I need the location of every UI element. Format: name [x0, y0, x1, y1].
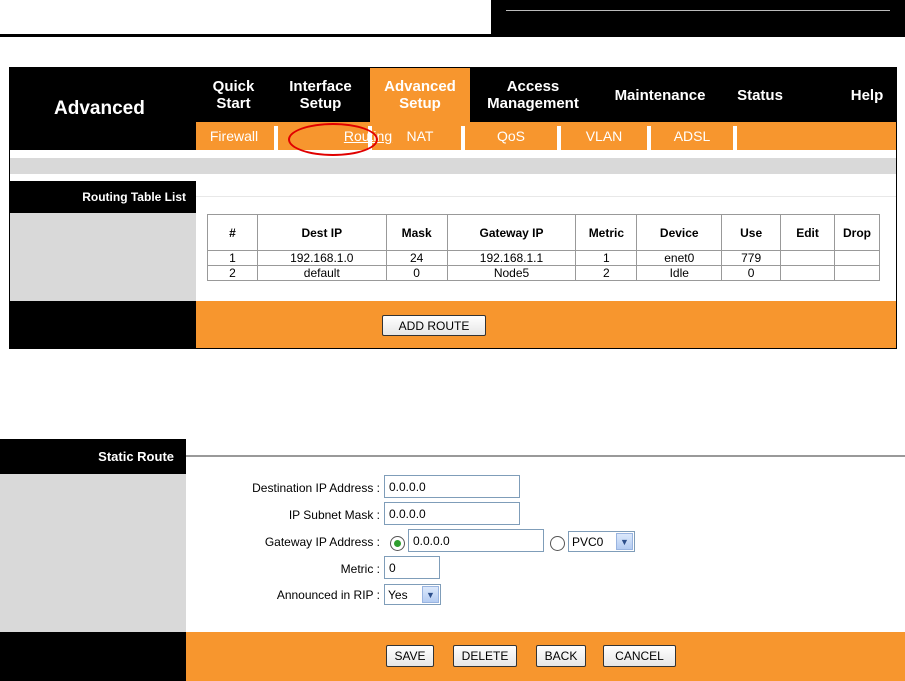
subnet-mask-label: IP Subnet Mask : [288, 508, 380, 522]
top-dark-bar [491, 0, 905, 37]
main-nav: Quick Start Interface Setup Advanced Setup … [196, 68, 896, 122]
table-cell: Node5 [446, 265, 577, 281]
metric-input[interactable]: 0 [384, 556, 440, 579]
top-rule [0, 34, 905, 37]
chevron-down-icon: ▼ [422, 586, 439, 603]
nav-advanced-setup[interactable]: Advanced Setup [370, 68, 470, 122]
dest-ip-input[interactable]: 0.0.0.0 [384, 475, 520, 498]
col-device: Device [636, 214, 723, 251]
gateway-ip-input[interactable]: 0.0.0.0 [408, 529, 544, 552]
col-dest-ip: Dest IP [256, 214, 387, 251]
cancel-button[interactable]: CANCEL [603, 645, 676, 667]
routing-table: # Dest IP Mask Gateway IP Metric Device … [207, 214, 881, 281]
rip-value: Yes [388, 587, 408, 602]
save-button[interactable]: SAVE [386, 645, 434, 667]
section-divider [186, 455, 905, 457]
table-cell: 2 [207, 265, 258, 281]
subnav-separator [733, 126, 737, 150]
left-grey-column [0, 474, 186, 632]
page: Advanced Quick Start Interface Setup Advan… [0, 0, 905, 681]
drop-cell[interactable] [833, 250, 881, 266]
gateway-pvc-radio[interactable] [550, 536, 565, 551]
dest-ip-label: Destination IP Address : [252, 481, 380, 495]
subnav-vlan[interactable]: VLAN [561, 122, 647, 150]
col-mask: Mask [385, 214, 448, 251]
left-footer-block [0, 632, 186, 681]
top-dark-line [506, 10, 890, 11]
routing-footer-bar [196, 301, 896, 348]
routing-table-panel: Advanced Quick Start Interface Setup Advan… [9, 67, 897, 349]
col-metric: Metric [575, 214, 638, 251]
nav-status[interactable]: Status [724, 68, 796, 122]
drop-cell[interactable] [833, 265, 881, 281]
brand-title: Advanced [10, 68, 196, 150]
col-edit: Edit [780, 214, 835, 251]
delete-button[interactable]: DELETE [453, 645, 517, 667]
chevron-down-icon: ▼ [616, 533, 633, 550]
table-row: 1 192.168.1.0 24 192.168.1.1 1 enet0 779 [207, 250, 881, 266]
routing-table-title: Routing Table List [10, 181, 196, 213]
col-drop: Drop [833, 214, 881, 251]
nav-interface-setup[interactable]: Interface Setup [271, 68, 370, 122]
subnet-mask-input[interactable]: 0.0.0.0 [384, 502, 520, 525]
gateway-pvc-select[interactable]: PVC0 ▼ [568, 531, 635, 552]
table-cell: 192.168.1.1 [446, 250, 577, 266]
nav-help[interactable]: Help [836, 68, 896, 122]
edit-cell[interactable] [780, 250, 835, 266]
table-cell: 192.168.1.0 [256, 250, 387, 266]
back-button[interactable]: BACK [536, 645, 586, 667]
rip-select[interactable]: Yes ▼ [384, 584, 441, 605]
table-cell: enet0 [636, 250, 723, 266]
rip-label: Announced in RIP : [276, 588, 380, 602]
edit-cell[interactable] [780, 265, 835, 281]
table-cell: 1 [207, 250, 258, 266]
static-route-title: Static Route [0, 439, 186, 474]
gateway-ip-radio[interactable] [390, 536, 405, 551]
table-cell: default [256, 265, 387, 281]
table-cell: Idle [636, 265, 723, 281]
add-route-button[interactable]: ADD ROUTE [382, 315, 486, 336]
nav-quick-start[interactable]: Quick Start [196, 68, 271, 122]
table-cell: 0 [385, 265, 448, 281]
subnav-qos[interactable]: QoS [465, 122, 557, 150]
table-cell: 1 [575, 250, 638, 266]
col-gateway-ip: Gateway IP [446, 214, 577, 251]
grey-band [10, 158, 896, 174]
col-use: Use [721, 214, 782, 251]
table-cell: 0 [721, 265, 782, 281]
gateway-pvc-value: PVC0 [572, 534, 604, 549]
metric-label: Metric : [340, 562, 380, 576]
left-footer-block [10, 301, 196, 348]
section-divider [196, 196, 896, 197]
subnav-adsl[interactable]: ADSL [651, 122, 733, 150]
subnav-nat[interactable]: NAT [380, 122, 460, 150]
subnav-firewall[interactable]: Firewall [196, 122, 272, 150]
nav-access-management[interactable]: Access Management [470, 68, 596, 122]
left-grey-column [10, 213, 196, 301]
routing-highlight-circle [288, 123, 378, 156]
table-cell: 2 [575, 265, 638, 281]
table-header-row: # Dest IP Mask Gateway IP Metric Device … [207, 214, 881, 251]
table-cell: 24 [385, 250, 448, 266]
static-route-panel: Static Route Destination IP Address : 0.… [0, 439, 905, 681]
table-row: 2 default 0 Node5 2 Idle 0 [207, 265, 881, 281]
table-cell: 779 [721, 250, 782, 266]
nav-maintenance[interactable]: Maintenance [596, 68, 724, 122]
gateway-ip-label: Gateway IP Address : [264, 535, 380, 549]
col-number: # [207, 214, 258, 251]
